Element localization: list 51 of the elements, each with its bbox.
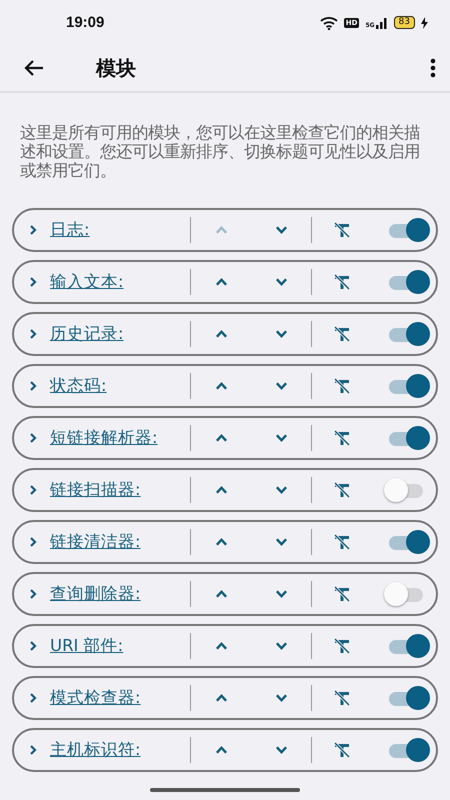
move-up-icon[interactable]	[216, 538, 226, 546]
module-name-link[interactable]: 短链接解析器:	[50, 427, 190, 449]
move-up-icon[interactable]	[216, 330, 226, 338]
move-down-icon[interactable]	[276, 226, 286, 234]
move-down-icon[interactable]	[276, 746, 286, 754]
battery-level: 83	[394, 16, 415, 29]
move-down-icon[interactable]	[276, 538, 286, 546]
crossed-t-icon[interactable]	[333, 585, 351, 603]
page-title: 模块	[96, 54, 136, 82]
charging-icon	[421, 16, 428, 28]
crossed-t-icon[interactable]	[333, 429, 351, 447]
move-down-icon[interactable]	[276, 486, 286, 494]
description-text: 这里是所有可用的模块，您可以在这里检查它们的相关描述和设置。您还可以重新排序、切换标题可见性以及启用或禁用它们。	[20, 123, 421, 180]
crossed-t-icon[interactable]	[333, 689, 351, 707]
wifi-icon	[320, 16, 338, 30]
move-down-icon[interactable]	[276, 434, 286, 442]
crossed-t-icon[interactable]	[333, 637, 351, 655]
move-up-icon[interactable]	[216, 486, 226, 494]
module-name-link[interactable]: 链接清洁器:	[50, 531, 190, 553]
more-icon[interactable]	[430, 58, 436, 78]
move-down-icon[interactable]	[276, 642, 286, 650]
module-name-link[interactable]: 状态码:	[50, 375, 190, 397]
crossed-t-icon[interactable]	[333, 221, 351, 239]
move-up-icon[interactable]	[216, 694, 226, 702]
module-name-link[interactable]: URI 部件:	[50, 635, 190, 657]
move-up-icon[interactable]	[216, 382, 226, 390]
move-down-icon[interactable]	[276, 382, 286, 390]
module-name-link[interactable]: 历史记录:	[50, 323, 190, 345]
module-name-link[interactable]: 模式检查器:	[50, 687, 190, 709]
crossed-t-icon[interactable]	[333, 325, 351, 343]
crossed-t-icon[interactable]	[333, 481, 351, 499]
status-time: 19:09	[66, 14, 104, 31]
move-up-icon[interactable]	[216, 590, 226, 598]
signal-icon	[376, 16, 388, 28]
move-down-icon[interactable]	[276, 330, 286, 338]
move-down-icon[interactable]	[276, 278, 286, 286]
move-up-icon[interactable]	[216, 746, 226, 754]
module-name-link[interactable]: 输入文本:	[50, 271, 190, 293]
module-name-link[interactable]: 主机标识符:	[50, 739, 190, 761]
move-up-icon[interactable]	[216, 278, 226, 286]
move-up-icon[interactable]	[216, 642, 226, 650]
module-name-link[interactable]: 日志:	[50, 219, 190, 241]
crossed-t-icon[interactable]	[333, 377, 351, 395]
module-name-link[interactable]: 链接扫描器:	[50, 479, 190, 501]
move-down-icon[interactable]	[276, 590, 286, 598]
crossed-t-icon[interactable]	[333, 533, 351, 551]
module-name-link[interactable]: 查询删除器:	[50, 583, 190, 605]
crossed-t-icon[interactable]	[333, 273, 351, 291]
crossed-t-icon[interactable]	[333, 741, 351, 759]
move-down-icon[interactable]	[276, 694, 286, 702]
move-up-icon[interactable]	[216, 434, 226, 442]
